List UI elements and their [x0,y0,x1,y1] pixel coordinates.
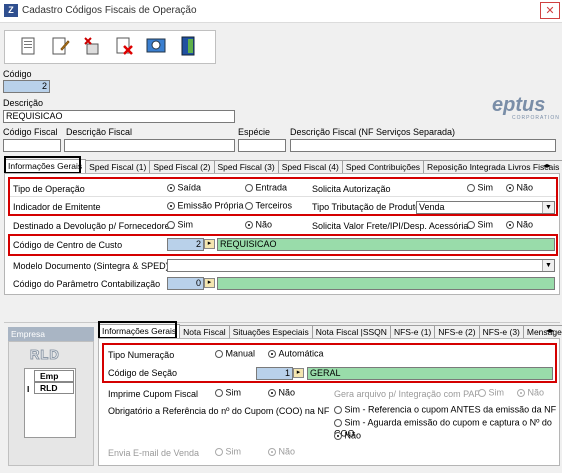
codigo-secao-code[interactable]: 1 [256,367,293,380]
especie-field[interactable] [238,139,286,152]
title-bar: Z Cadastro Códigos Fiscais de Operação ✕ [0,0,562,23]
top-tabs: Informações Gerais Sped Fiscal (1) Sped … [4,159,562,173]
highlight-bottom-tab [98,321,177,339]
radio-entrada[interactable]: Entrada [245,182,287,193]
descricao-label: Descrição [3,98,44,108]
delete-icon[interactable] [81,35,103,57]
radio-paf-sim: Sim [478,387,504,398]
centro-custo-code[interactable]: 2 [167,238,204,251]
codigo-label: Código [3,69,32,79]
radio-emissao-propria[interactable]: Emissão Própria [167,200,244,211]
tab-nota-fiscal-issqn[interactable]: Nota Fiscal |SSQN [311,325,391,338]
radio-email-sim: Sim [215,446,241,457]
close-button[interactable]: ✕ [540,2,560,19]
descricao-fiscal-label: Descrição Fiscal [66,127,133,137]
modelo-documento-label: Modelo Documento (Sintegra & SPED) [13,261,169,271]
solicita-valor-label: Solicita Valor Frete/IPI/Desp. Acessória… [312,221,473,231]
tab-scroll-arrows[interactable]: ◂▸ [543,161,551,170]
destinado-devolucao-label: Destinado a Devolução p/ Fornecedores [13,221,175,231]
tab-sped-contribuicoes[interactable]: Sped Contribuições [341,160,425,173]
lookup-folder-icon[interactable]: ▸ [204,239,215,249]
radio-email-nao: Não [268,446,295,457]
window-title: Cadastro Códigos Fiscais de Operação [22,5,197,16]
lookup-folder-icon[interactable]: ▸ [204,278,215,288]
envia-email-label: Envia E-mail de Venda [108,448,200,458]
tipo-numeracao-label: Tipo Numeração [108,350,175,360]
parametro-contabil-code[interactable]: 0 [167,277,204,290]
parametro-contabil-label: Código do Parâmetro Contabilização [13,279,161,289]
codigo-secao-label: Código de Seção [108,368,178,378]
edit-document-icon[interactable] [49,35,71,57]
empresa-row-value[interactable]: RLD [34,382,74,394]
radio-valor-nao[interactable]: Não [506,219,533,230]
radio-terceiros[interactable]: Terceiros [245,200,292,211]
eptus-logo: eptus [492,94,546,116]
tipo-tributacao-label: Tipo Tributação de Produtos [312,202,425,212]
eptus-logo-sub: CORPORATION [512,115,560,121]
descricao-fiscal-nf-field[interactable] [290,139,556,152]
codigo-field[interactable]: 2 [3,80,50,93]
radio-obrig-nao[interactable]: Não [334,430,361,441]
radio-automatica[interactable]: Automática [268,348,324,359]
empresa-row-marker: I [27,384,30,394]
descricao-field[interactable]: REQUISICAO [3,110,235,123]
tab-nfse-1[interactable]: NFS-e (1) [389,325,436,338]
tab-sped-fiscal-3[interactable]: Sped Fiscal (3) [213,160,279,173]
imprime-cupom-label: Imprime Cupom Fiscal [108,389,199,399]
tab-nfse-2[interactable]: NFS-e (2) [434,325,480,338]
app-icon: Z [4,4,18,17]
tab-situacoes-especiais[interactable]: Situações Especiais [228,325,313,338]
tab-mensagens[interactable]: Mensage [522,325,562,338]
tipo-tributacao-select[interactable]: Venda ▼ [416,201,555,214]
cancel-edit-icon[interactable] [113,35,135,57]
parametro-contabil-desc [217,277,555,290]
radio-obrig-aguarda[interactable]: Sim - Aguarda emissão do cupom e captura… [334,417,562,438]
tab-sped-fiscal-1[interactable]: Sped Fiscal (1) [85,160,151,173]
tipo-operacao-label: Tipo de Operação [13,184,85,194]
centro-custo-desc: REQUISICAO [217,238,555,251]
tab-nota-fiscal[interactable]: Nota Fiscal [179,325,230,338]
indicador-emitente-label: Indicador de Emitente [13,202,101,212]
chevron-down-icon: ▼ [542,260,554,271]
chevron-down-icon: ▼ [542,202,554,213]
highlight-tab-informacoes [4,156,81,174]
lookup-folder-icon[interactable]: ▸ [293,368,304,378]
exit-door-icon[interactable] [177,35,199,57]
tab-sped-fiscal-2[interactable]: Sped Fiscal (2) [149,160,215,173]
radio-valor-sim[interactable]: Sim [467,219,493,230]
radio-paf-nao: Não [517,387,544,398]
radio-autorizacao-sim[interactable]: Sim [467,182,493,193]
toolbar [4,30,216,64]
radio-devolucao-nao[interactable]: Não [245,219,272,230]
radio-cupom-nao[interactable]: Não [268,387,295,398]
new-document-icon[interactable] [17,35,39,57]
codigo-secao-desc: GERAL [307,367,553,380]
obrigatorio-label: Obrigatório a Referência do nº do Cupom … [108,406,330,416]
radio-manual[interactable]: Manual [215,348,255,359]
radio-autorizacao-nao[interactable]: Não [506,182,533,193]
especie-label: Espécie [238,127,271,137]
rld-label: RLD [30,347,60,363]
empresa-title: Empresa Selecionada [8,327,94,353]
tab-nfse-3[interactable]: NFS-e (3) [478,325,524,338]
descricao-fiscal-field[interactable] [64,139,235,152]
codigo-fiscal-label: Código Fiscal [3,127,58,137]
radio-obrig-antes[interactable]: Sim - Referencia o cupom ANTES da emissã… [334,404,556,415]
search-screen-icon[interactable] [145,35,167,57]
radio-devolucao-sim[interactable]: Sim [167,219,193,230]
tab-reposicao-integrada[interactable]: Reposição Integrada Livros Fiscais [423,160,562,173]
bottom-tab-scroll-arrows[interactable]: ◂▸ [546,326,554,335]
solicita-autorizacao-label: Solicita Autorização [312,184,391,194]
gera-arquivo-label: Gera arquivo p/ Integração com PAF [334,389,480,399]
codigo-fiscal-field[interactable] [3,139,61,152]
modelo-documento-select[interactable]: ▼ [167,259,555,272]
tab-sped-fiscal-4[interactable]: Sped Fiscal (4) [277,160,343,173]
centro-custo-label: Código de Centro de Custo [13,240,123,250]
descricao-fiscal-nf-label: Descrição Fiscal (NF Serviços Separada) [290,127,456,137]
radio-saida[interactable]: Saída [167,182,201,193]
empresa-col-emp: Emp [34,370,74,382]
radio-cupom-sim[interactable]: Sim [215,387,241,398]
